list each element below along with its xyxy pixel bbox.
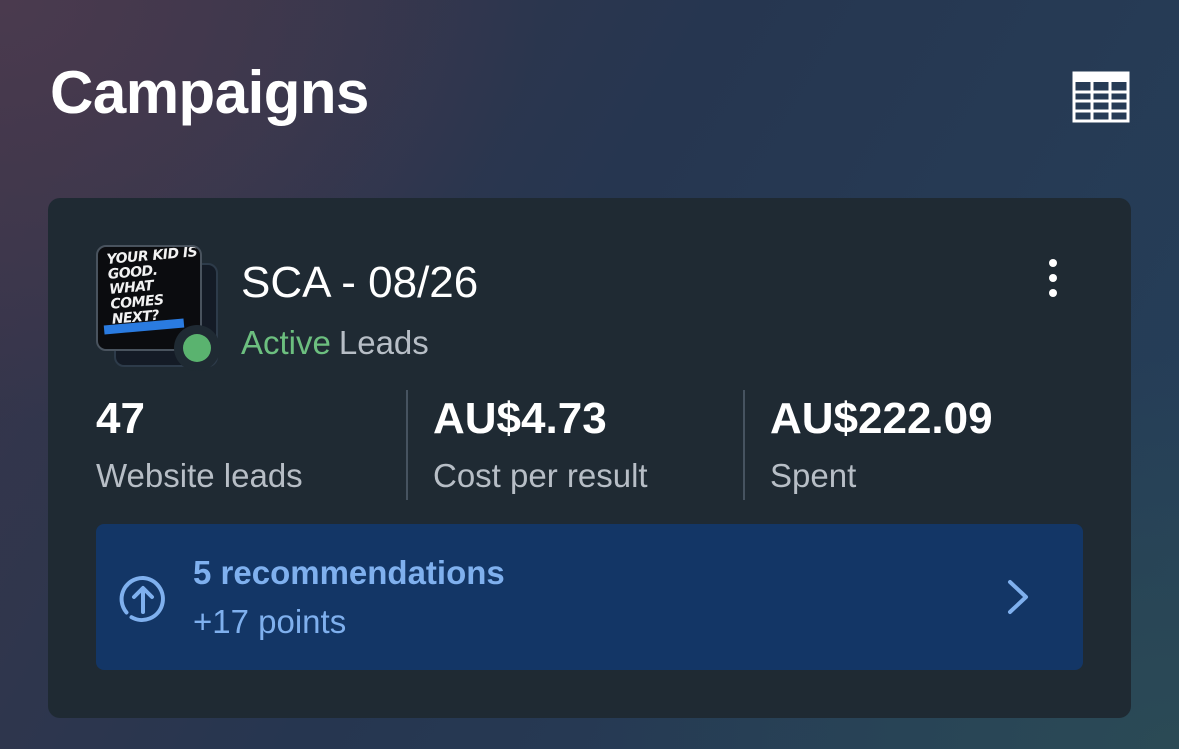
objective-label: Leads	[338, 324, 429, 361]
metric-website-leads: 47 Website leads	[96, 392, 303, 498]
metric-divider	[406, 390, 408, 500]
recommendations-title: 5 recommendations	[193, 554, 505, 591]
page-title: Campaigns	[50, 59, 369, 126]
vertical-ellipsis-icon	[1049, 259, 1057, 297]
recommendations-banner[interactable]: 5 recommendations +17 points	[96, 524, 1083, 670]
metric-label: Website leads	[96, 457, 303, 494]
status-indicator	[174, 325, 220, 371]
metric-cost-per-result: AU$4.73 Cost per result	[433, 392, 648, 498]
campaign-name[interactable]: SCA - 08/26	[241, 256, 478, 310]
ad-thumbnail-slogan: YOUR KID IS GOOD. WHAT COMES NEXT?	[105, 245, 198, 328]
metric-label: Spent	[770, 457, 857, 494]
chevron-right-icon	[1008, 580, 1028, 614]
metric-value: AU$4.73	[433, 394, 607, 443]
metric-spent: AU$222.09 Spent	[770, 392, 993, 498]
status-dot	[183, 334, 211, 362]
campaign-status-line: Active Leads	[241, 322, 429, 364]
metric-value: AU$222.09	[770, 394, 993, 443]
recommendations-points: +17 points	[193, 603, 347, 640]
more-options-button[interactable]	[1033, 250, 1073, 306]
table-view-button[interactable]	[1060, 60, 1142, 134]
status-label: Active	[241, 324, 331, 361]
campaign-card[interactable]: YOUR KID IS GOOD. WHAT COMES NEXT? SCA -…	[48, 198, 1131, 718]
metric-label: Cost per result	[433, 457, 648, 494]
metric-divider	[743, 390, 745, 500]
metric-value: 47	[96, 394, 145, 443]
arrow-up-circle-icon	[119, 575, 165, 622]
table-grid-icon	[1072, 71, 1130, 123]
